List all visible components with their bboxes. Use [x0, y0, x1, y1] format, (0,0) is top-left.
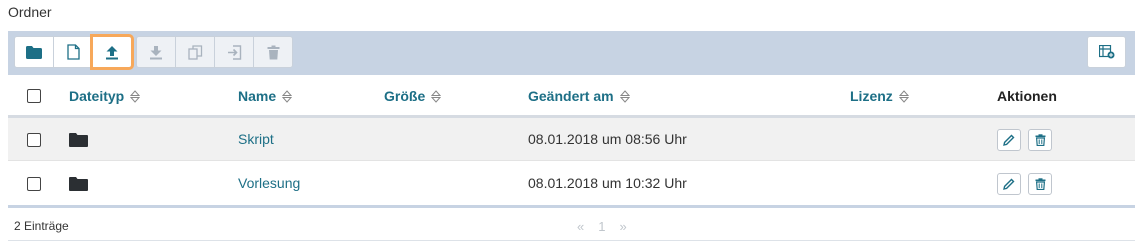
pagination-next[interactable]: » — [619, 219, 626, 234]
move-button[interactable] — [214, 36, 254, 68]
pencil-icon — [1003, 178, 1015, 190]
create-button-group — [14, 34, 134, 70]
download-icon — [150, 45, 162, 59]
download-button[interactable] — [136, 36, 176, 68]
new-file-button[interactable] — [53, 36, 93, 68]
column-header-license[interactable]: Lizenz — [850, 88, 909, 104]
copy-button[interactable] — [175, 36, 215, 68]
table-settings-icon — [1098, 45, 1114, 59]
column-label: Geändert am — [528, 88, 614, 104]
sort-icon — [898, 89, 909, 103]
pagination-page[interactable]: 1 — [598, 219, 605, 234]
column-label: Aktionen — [997, 88, 1057, 104]
trash-icon — [1035, 178, 1045, 190]
column-settings-button[interactable] — [1087, 36, 1126, 68]
column-header-filetype[interactable]: Dateityp — [69, 88, 141, 104]
move-icon — [227, 44, 241, 60]
row-name-link[interactable]: Skript — [238, 131, 274, 147]
sort-icon — [619, 89, 630, 103]
delete-button[interactable] — [1028, 173, 1052, 195]
trash-icon — [1035, 134, 1045, 146]
trash-icon — [267, 45, 279, 59]
upload-button[interactable] — [90, 34, 134, 70]
column-header-modified[interactable]: Geändert am — [528, 88, 630, 104]
column-label: Größe — [384, 88, 426, 104]
row-checkbox[interactable] — [27, 177, 41, 191]
column-label: Lizenz — [850, 88, 893, 104]
folder-icon — [26, 45, 42, 59]
row-modified: 08.01.2018 um 08:56 Uhr — [528, 131, 687, 147]
column-label: Dateityp — [69, 88, 125, 104]
column-header-size[interactable]: Größe — [384, 88, 442, 104]
delete-selected-button[interactable] — [253, 36, 293, 68]
folder-icon — [69, 177, 88, 191]
sort-icon — [282, 89, 293, 103]
copy-icon — [187, 44, 202, 60]
section-title: Ordner — [8, 4, 52, 20]
pagination-prev[interactable]: « — [577, 219, 584, 234]
file-toolbar — [8, 31, 1135, 75]
table-row: Vorlesung 08.01.2018 um 10:32 Uhr — [8, 162, 1135, 205]
pagination: « 1 » — [577, 219, 627, 234]
upload-icon — [106, 45, 118, 59]
pencil-icon — [1003, 134, 1015, 146]
edit-button[interactable] — [997, 173, 1021, 195]
table-footer: 2 Einträge « 1 » — [8, 208, 1135, 241]
row-modified: 08.01.2018 um 10:32 Uhr — [528, 175, 687, 191]
table-row: Skript 08.01.2018 um 08:56 Uhr — [8, 118, 1135, 161]
sort-icon — [130, 89, 141, 103]
selection-button-group — [136, 36, 293, 68]
select-all-checkbox[interactable] — [27, 89, 41, 103]
column-label: Name — [238, 88, 277, 104]
entry-count: 2 Einträge — [14, 219, 69, 233]
file-icon — [66, 44, 80, 60]
row-name-link[interactable]: Vorlesung — [238, 175, 300, 191]
new-folder-button[interactable] — [14, 36, 54, 68]
sort-icon — [431, 89, 442, 103]
table-header: Dateityp Name Größe Geändert am Lizenz A… — [8, 75, 1135, 118]
row-checkbox[interactable] — [27, 133, 41, 147]
column-header-name[interactable]: Name — [238, 88, 293, 104]
delete-button[interactable] — [1028, 129, 1052, 151]
edit-button[interactable] — [997, 129, 1021, 151]
column-header-actions: Aktionen — [997, 88, 1057, 104]
folder-icon — [69, 133, 88, 147]
